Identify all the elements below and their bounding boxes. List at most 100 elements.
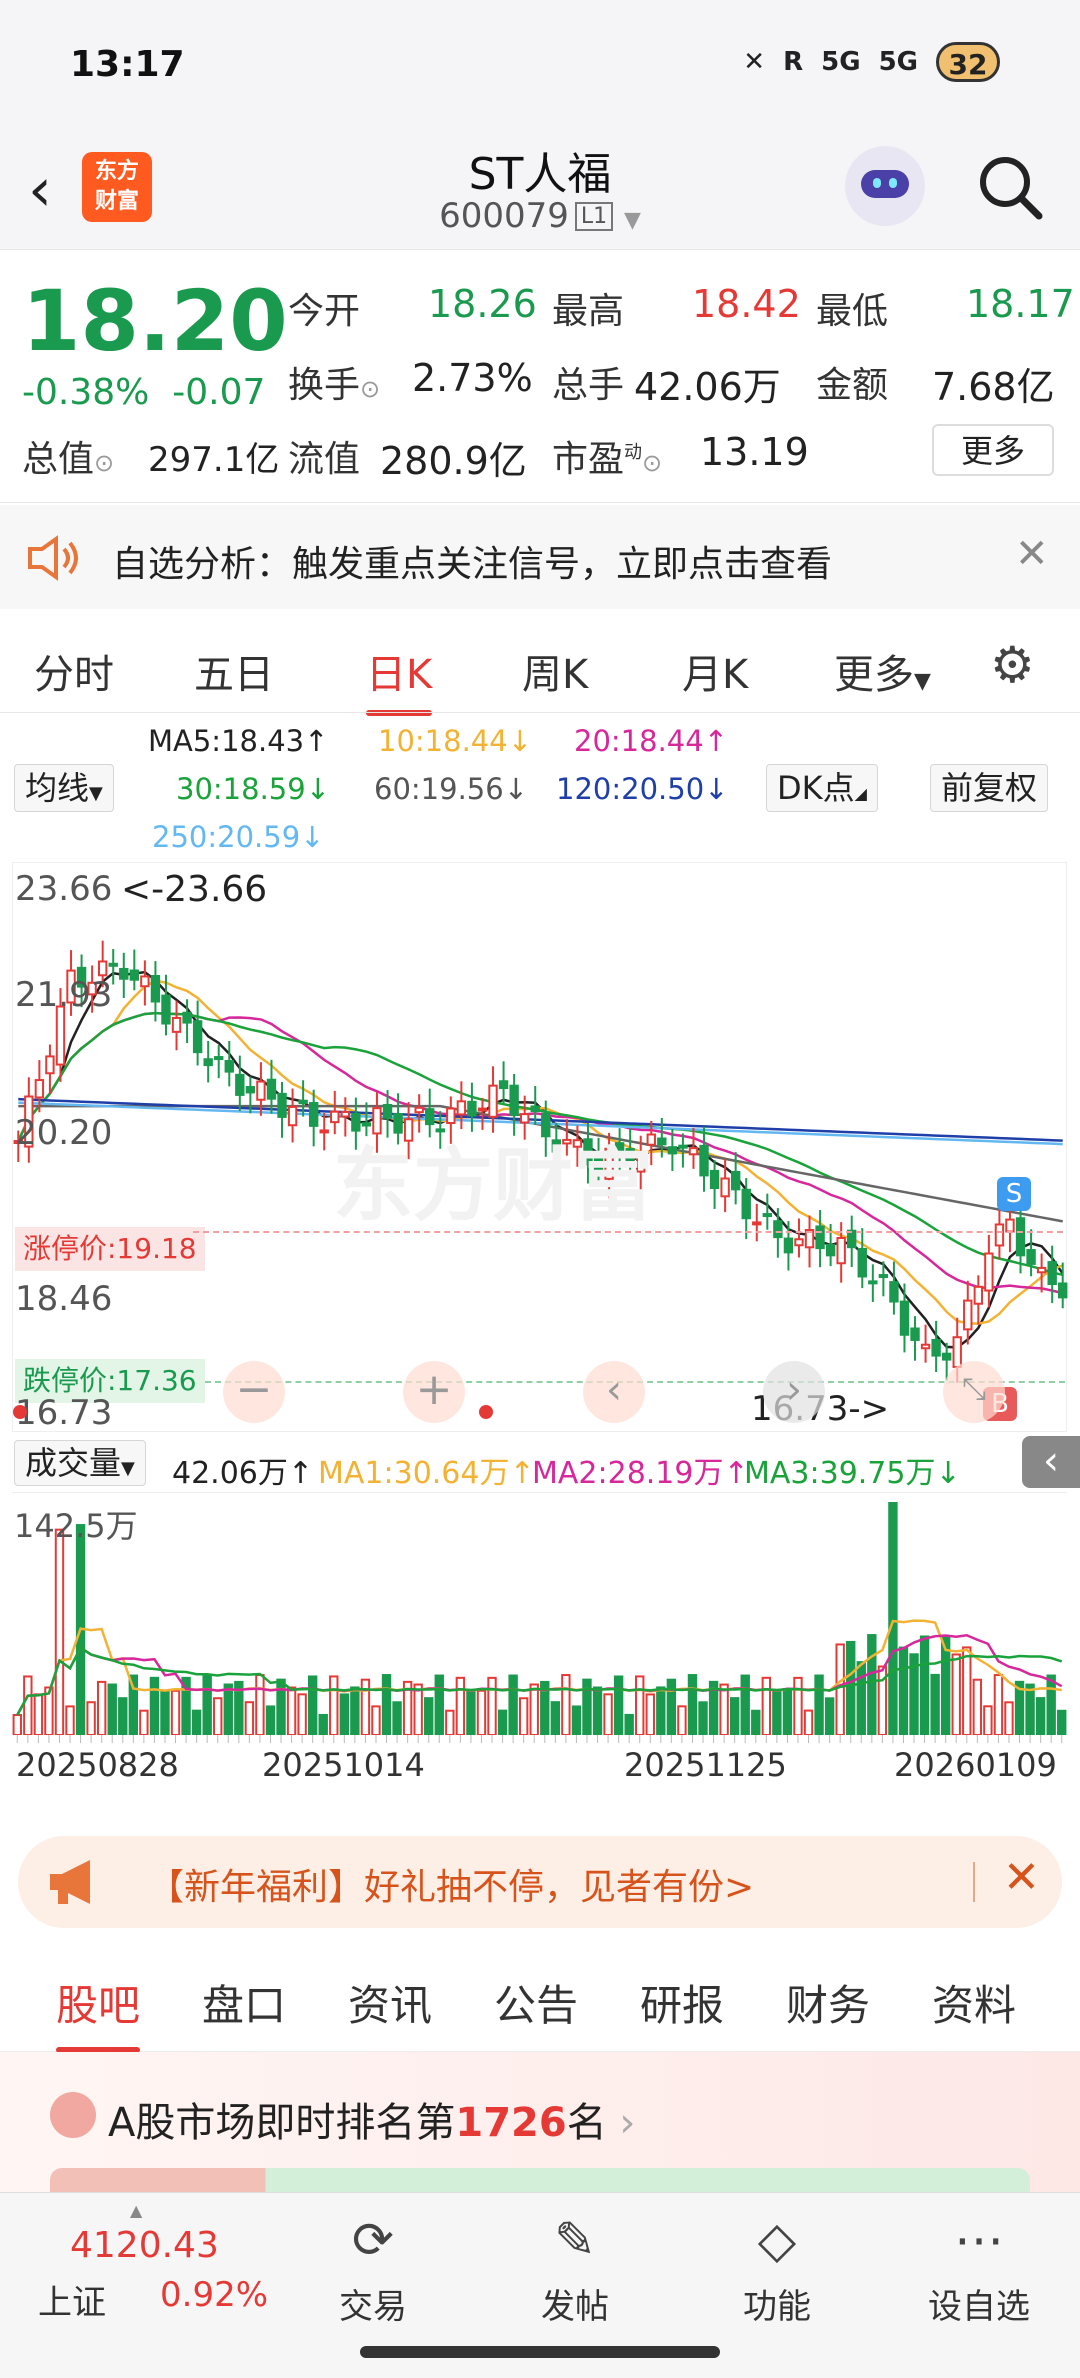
candle-body	[678, 1144, 688, 1149]
tab-more[interactable]: 更多▼	[834, 642, 931, 700]
signal-5g-2-icon: 5G	[878, 47, 918, 77]
tab-intraday[interactable]: 分时	[34, 642, 114, 700]
pct-change: -0.38%	[22, 372, 150, 413]
assistant-avatar-icon[interactable]	[845, 146, 925, 226]
notice-text: 自选分析：触发重点关注信号，立即点击查看	[112, 544, 833, 585]
x-tick-label-3: 20251125	[624, 1746, 787, 1784]
candle-body	[498, 1080, 509, 1090]
adjust-select[interactable]: 前复权	[930, 764, 1049, 812]
home-indicator[interactable]	[360, 2346, 720, 2358]
tab-orderbook[interactable]: 盘口	[202, 1972, 286, 2033]
volume-bar	[170, 1689, 181, 1735]
battery-icon: 32	[936, 42, 1000, 82]
candle-body	[330, 1110, 340, 1124]
edit-icon: ✎	[554, 2211, 596, 2269]
volume-bar	[371, 1705, 381, 1735]
candle-body	[235, 1073, 245, 1096]
volume-bar	[772, 1689, 782, 1735]
avg-line-select[interactable]: 均线▼	[14, 764, 114, 812]
amount-label: 金额	[816, 365, 889, 406]
candle-body	[741, 1188, 751, 1220]
tab-monthly-k[interactable]: 月K	[682, 642, 748, 700]
nav-trade[interactable]: ⟳ 交易	[298, 2211, 448, 2328]
low-label: 最低	[816, 291, 889, 332]
tab-five-day[interactable]: 五日	[194, 642, 274, 700]
collapse-panel-icon[interactable]: ‹	[1022, 1436, 1080, 1488]
nav-post[interactable]: ✎ 发帖	[500, 2211, 650, 2328]
tab-research[interactable]: 研报	[640, 1972, 724, 2033]
volume-bar	[824, 1697, 835, 1735]
ma120-label: 120:20.50↓	[556, 772, 729, 806]
market-rank-banner[interactable]: A股市场即时排名第1726名 ›	[0, 2052, 1080, 2192]
vol-ma2: MA2:28.19万↑	[532, 1456, 749, 1491]
promo-banner[interactable]: 【新年福利】好礼抽不停，见者有份> ✕	[18, 1836, 1062, 1928]
volume-chart[interactable]: 142.5万	[12, 1492, 1067, 1735]
volume-bar	[698, 1701, 708, 1735]
tab-forum[interactable]: 股吧	[56, 1972, 141, 2053]
x-tick-label-1: 20250828	[16, 1746, 179, 1784]
volume-bar	[550, 1701, 561, 1735]
scroll-right-icon[interactable]: ›	[763, 1361, 825, 1423]
tab-daily-k[interactable]: 日K	[366, 642, 433, 716]
candle-body	[319, 1129, 329, 1134]
candle-body	[298, 1099, 308, 1105]
dk-point-button[interactable]: DK点◢	[766, 764, 878, 812]
volume-bar	[761, 1676, 772, 1735]
fullscreen-icon[interactable]: ⤡	[943, 1361, 1005, 1423]
volume-bar	[86, 1701, 96, 1735]
candle-body	[931, 1338, 941, 1357]
divider	[0, 712, 1080, 713]
status-icons: ✕ R 5G 5G 32	[743, 42, 1000, 82]
nav-add-watchlist[interactable]: ⋯ 设自选	[904, 2211, 1054, 2328]
tab-announcement[interactable]: 公告	[494, 1972, 578, 2033]
close-icon[interactable]: ✕	[1003, 1852, 1040, 1903]
volume-label: 总手	[552, 365, 625, 406]
candle-body	[161, 994, 171, 1025]
volume-bar	[719, 1683, 729, 1735]
zoom-in-icon[interactable]: +	[403, 1361, 465, 1423]
signal-5g-icon: 5G	[821, 47, 861, 77]
tab-weekly-k[interactable]: 周K	[522, 642, 588, 700]
volume-bar	[96, 1680, 107, 1735]
analysis-notice[interactable]: 自选分析：触发重点关注信号，立即点击查看 ✕	[0, 505, 1080, 609]
candle-body	[910, 1327, 920, 1341]
y-label-4: 18.46	[15, 1279, 113, 1319]
kline-chart[interactable]: 东方财富 23.66 <-23.66 21.93 20.20 涨停价:19.18…	[12, 862, 1068, 1433]
volume-bar	[793, 1676, 803, 1735]
gear-icon[interactable]: ⚙	[990, 636, 1035, 694]
search-icon[interactable]	[975, 152, 1045, 222]
volume-bar	[255, 1674, 265, 1735]
volume-bar	[846, 1640, 856, 1735]
volume-bar	[888, 1502, 898, 1735]
volume-bar	[118, 1697, 128, 1735]
candle-body	[403, 1118, 414, 1142]
volume-bar	[23, 1675, 33, 1735]
scroll-left-icon[interactable]: ‹	[583, 1361, 645, 1423]
sell-marker[interactable]: S	[997, 1177, 1031, 1211]
index-value[interactable]: 4120.43	[70, 2225, 219, 2266]
candle-body	[699, 1144, 709, 1177]
indicator-select[interactable]: 成交量▼	[14, 1440, 146, 1486]
candle-body	[488, 1084, 498, 1118]
volume-bar	[635, 1675, 645, 1735]
candle-body	[456, 1100, 467, 1116]
volume-bar	[814, 1674, 824, 1735]
ma10-label: 10:18.44↓	[378, 724, 532, 758]
candle-body	[308, 1102, 319, 1127]
tab-finance[interactable]: 财务	[786, 1972, 870, 2033]
abs-change: -0.07	[172, 372, 266, 413]
tab-profile[interactable]: 资料	[932, 1972, 1016, 2033]
volume-bar	[244, 1701, 255, 1735]
turnover-label: 换手⊙	[288, 365, 381, 406]
zoom-out-icon[interactable]: −	[223, 1361, 285, 1423]
candle-body	[509, 1084, 519, 1116]
stock-header: ‹ 东方 财富 ST人福 600079 L1 ▼	[0, 130, 1080, 250]
tab-news[interactable]: 资讯	[348, 1972, 432, 2033]
index-pct: 0.92%	[160, 2275, 269, 2315]
more-quote-button[interactable]: 更多	[932, 424, 1054, 476]
close-icon[interactable]: ✕	[1015, 531, 1049, 577]
nav-function[interactable]: ◇ 功能	[702, 2211, 852, 2328]
volume-bar	[33, 1693, 44, 1735]
candle-body	[984, 1252, 994, 1292]
volume-bar	[1046, 1674, 1056, 1735]
